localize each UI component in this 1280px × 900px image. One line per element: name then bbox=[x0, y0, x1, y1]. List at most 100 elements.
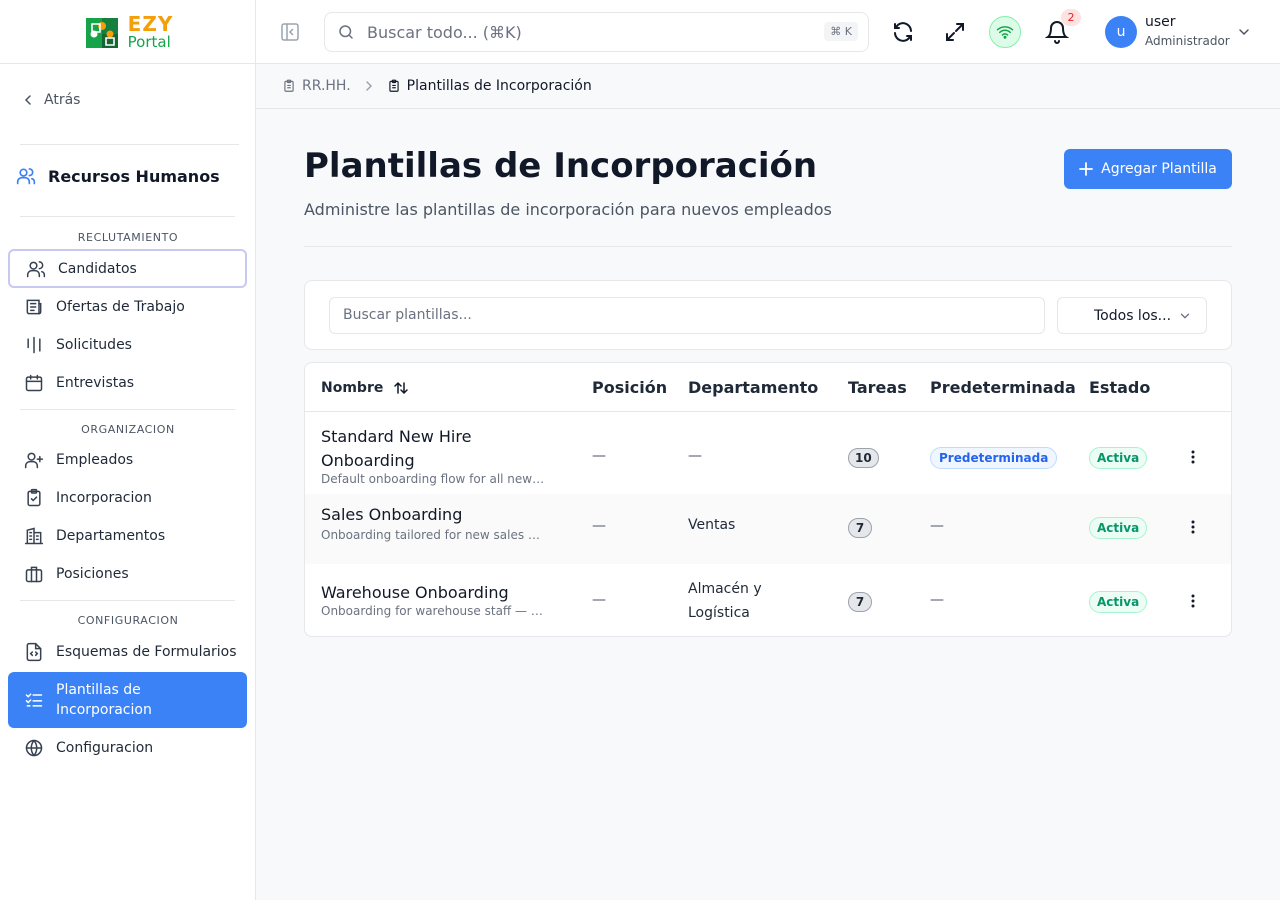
module-title: Recursos Humanos bbox=[16, 166, 220, 186]
filter-bar: Buscar plantillas... Todos los... bbox=[304, 280, 1232, 350]
sidebar-item-label: Empleados bbox=[56, 452, 134, 468]
section-label-organizacion: ORGANIZACION bbox=[81, 423, 175, 436]
column-header-estado: Estado bbox=[1089, 378, 1151, 397]
template-description: Onboarding for warehouse staff — s... bbox=[321, 604, 546, 618]
column-header-nombre[interactable]: Nombre bbox=[321, 380, 409, 396]
sidebar-item-label: Incorporacion bbox=[56, 490, 152, 506]
search-icon bbox=[339, 25, 353, 39]
table-row[interactable]: Warehouse Onboarding Onboarding for ware… bbox=[305, 564, 1231, 636]
newspaper-icon bbox=[24, 297, 44, 317]
column-header-predeterminada: Predeterminada bbox=[930, 378, 1076, 397]
users-icon bbox=[16, 168, 36, 185]
breadcrumb-parent[interactable]: RR.HH. bbox=[282, 78, 351, 94]
clipboard-icon bbox=[284, 79, 294, 92]
module-title-label: Recursos Humanos bbox=[48, 166, 220, 186]
sidebar-item-candidatos[interactable]: Candidatos bbox=[8, 249, 247, 288]
table-row[interactable]: Standard New Hire Onboarding Default onb… bbox=[305, 412, 1231, 494]
sidebar-item-label: Candidatos bbox=[58, 260, 137, 277]
sidebar-item-solicitudes[interactable]: Solicitudes bbox=[8, 326, 247, 364]
fullscreen-icon[interactable] bbox=[943, 20, 967, 44]
template-search-input[interactable]: Buscar plantillas... bbox=[329, 297, 1045, 334]
breadcrumb-current-label: Plantillas de Incorporación bbox=[406, 78, 592, 94]
status-badge: Activa bbox=[1089, 447, 1148, 469]
user-name[interactable]: user bbox=[1145, 14, 1176, 30]
global-search-input[interactable]: Buscar todo... (⌘K) ⌘ K bbox=[324, 12, 869, 52]
sidebar-item-entrevistas[interactable]: Entrevistas bbox=[8, 364, 247, 402]
chevron-left-icon bbox=[24, 95, 31, 105]
chevron-down-icon[interactable] bbox=[1236, 24, 1252, 40]
sidebar-item-label: Configuracion bbox=[56, 740, 154, 756]
list-checks-icon bbox=[24, 690, 44, 710]
sidebar-item-posiciones[interactable]: Posiciones bbox=[8, 555, 247, 593]
template-department: Almacén y Logística bbox=[688, 581, 762, 621]
template-position: — bbox=[592, 518, 606, 534]
logo-puzzle-icon bbox=[85, 17, 118, 48]
template-department: — bbox=[688, 448, 702, 464]
more-vertical-icon[interactable] bbox=[1185, 519, 1201, 535]
users-icon bbox=[26, 259, 46, 279]
user-plus-icon bbox=[24, 450, 44, 470]
sort-icon bbox=[394, 381, 409, 395]
template-name[interactable]: Standard New Hire Onboarding bbox=[321, 425, 551, 473]
task-count-badge: 7 bbox=[848, 592, 872, 612]
template-name[interactable]: Warehouse Onboarding bbox=[321, 581, 551, 605]
filter-select[interactable]: Todos los... bbox=[1057, 297, 1207, 334]
section-label-reclutamiento: RECLUTAMIENTO bbox=[77, 231, 179, 244]
sidebar-item-label: Esquemas de Formularios bbox=[56, 644, 237, 660]
status-badge: Activa bbox=[1089, 591, 1148, 613]
divider bbox=[20, 216, 235, 217]
template-default: — bbox=[930, 518, 944, 534]
page-title: Plantillas de Incorporación bbox=[304, 146, 818, 186]
divider bbox=[20, 600, 235, 601]
globe-icon bbox=[24, 738, 44, 758]
add-template-button[interactable]: Agregar Plantilla bbox=[1064, 149, 1232, 189]
default-badge: Predeterminada bbox=[930, 447, 1058, 469]
clipboard-check-icon bbox=[24, 488, 44, 508]
plus-icon bbox=[1079, 162, 1094, 176]
topbar: Buscar todo... (⌘K) ⌘ K 2 u user Adminis… bbox=[256, 0, 1280, 64]
sidebar-item-configuracion[interactable]: Configuracion bbox=[8, 729, 247, 767]
chevron-right-icon bbox=[365, 81, 372, 91]
sidebar-item-label: Solicitudes bbox=[56, 337, 132, 353]
sidebar-item-esquemas[interactable]: Esquemas de Formularios bbox=[8, 633, 247, 671]
filter-select-value: Todos los... bbox=[1094, 307, 1172, 324]
breadcrumb-parent-label: RR.HH. bbox=[302, 78, 351, 94]
notification-badge: 2 bbox=[1061, 9, 1081, 26]
template-description: Onboarding tailored for new sales hir... bbox=[321, 528, 546, 542]
sidebar-toggle-icon[interactable] bbox=[280, 22, 300, 42]
templates-table: Nombre Posición Departamento Tareas Pred… bbox=[304, 362, 1232, 637]
wifi-icon bbox=[996, 26, 1014, 39]
column-header-posicion: Posición bbox=[592, 378, 668, 397]
connection-status-button[interactable] bbox=[989, 16, 1021, 48]
more-vertical-icon[interactable] bbox=[1185, 449, 1201, 465]
template-description: Default onboarding flow for all new h... bbox=[321, 472, 546, 486]
breadcrumb-current: Plantillas de Incorporación bbox=[387, 78, 592, 94]
status-badge: Activa bbox=[1089, 517, 1148, 539]
sidebar-item-departamentos[interactable]: Departamentos bbox=[8, 517, 247, 555]
sidebar-item-label: Entrevistas bbox=[56, 375, 135, 391]
column-header-departamento: Departamento bbox=[688, 378, 819, 397]
brand-subname: Portal bbox=[127, 32, 171, 51]
table-row[interactable]: Sales Onboarding Onboarding tailored for… bbox=[305, 494, 1231, 564]
sidebar-item-incorporacion[interactable]: Incorporacion bbox=[8, 479, 247, 517]
sidebar-item-ofertas[interactable]: Ofertas de Trabajo bbox=[8, 288, 247, 326]
section-label-configuracion: CONFIGURACION bbox=[77, 614, 179, 627]
avatar[interactable]: u bbox=[1105, 16, 1137, 48]
back-label: Atrás bbox=[44, 92, 81, 108]
more-vertical-icon[interactable] bbox=[1185, 593, 1201, 609]
briefcase-icon bbox=[24, 564, 44, 584]
logo[interactable]: EZY Portal bbox=[0, 0, 255, 64]
back-link[interactable]: Atrás bbox=[22, 92, 80, 108]
file-code-icon bbox=[24, 642, 44, 662]
sidebar-item-empleados[interactable]: Empleados bbox=[8, 441, 247, 479]
calendar-icon bbox=[24, 373, 44, 393]
sidebar: EZY Portal Atrás Recursos Humanos RECLUT… bbox=[0, 0, 256, 900]
sidebar-item-label: Departamentos bbox=[56, 528, 166, 544]
refresh-icon[interactable] bbox=[891, 20, 915, 44]
sidebar-item-plantillas[interactable]: Plantillas de Incorporacion bbox=[8, 672, 247, 728]
sidebar-item-label: Posiciones bbox=[56, 566, 129, 582]
column-header-tareas: Tareas bbox=[848, 378, 907, 397]
shortcut-hint: ⌘ K bbox=[824, 22, 858, 41]
template-name[interactable]: Sales Onboarding bbox=[321, 503, 551, 527]
template-default: — bbox=[930, 592, 944, 608]
